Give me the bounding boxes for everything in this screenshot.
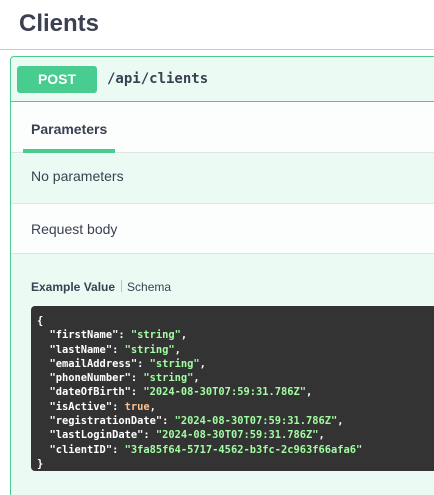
operation-summary[interactable]: POST /api/clients — [11, 57, 434, 102]
json-key: "firstName" — [49, 329, 119, 342]
json-key: "isActive" — [49, 400, 113, 413]
json-key: "emailAddress" — [49, 357, 138, 370]
section-header[interactable]: Clients — [0, 0, 434, 50]
json-key: "lastLoginDate" — [49, 429, 144, 442]
tab-schema[interactable]: Schema — [127, 280, 171, 294]
json-key: "registrationDate" — [49, 415, 163, 428]
json-open-brace: { — [37, 315, 44, 327]
example-tabs: Example Value Schema — [31, 280, 171, 294]
method-badge[interactable]: POST — [17, 66, 97, 93]
json-value: "3fa85f64-5717-4562-b3fc-2c963f66afa6" — [124, 443, 363, 456]
tab-parameters-label: Parameters — [31, 121, 108, 137]
section-title[interactable]: Clients — [19, 9, 99, 39]
endpoint-path: /api/clients — [107, 71, 209, 87]
json-value: "string" — [149, 357, 200, 370]
json-value: "2024-08-30T07:59:31.786Z" — [143, 386, 307, 399]
json-value: "string" — [143, 372, 194, 385]
request-body-label: Request body — [31, 221, 118, 237]
tab-header: Parameters — [11, 102, 434, 153]
json-value: "string" — [130, 329, 181, 342]
tab-example-value[interactable]: Example Value — [31, 280, 115, 294]
json-key: "dateOfBirth" — [49, 386, 131, 399]
tab-parameters[interactable]: Parameters — [23, 102, 115, 153]
request-body-header: Request body — [11, 204, 434, 254]
example-json: { "firstName": "string", "lastName": "st… — [37, 315, 363, 470]
no-parameters-text: No parameters — [31, 168, 124, 184]
json-value: "2024-08-30T07:59:31.786Z" — [155, 429, 319, 442]
json-value: true — [124, 400, 150, 413]
swagger-page: Clients POST /api/clients Parameters No … — [0, 0, 434, 495]
json-key: "lastName" — [49, 343, 113, 356]
json-value: "string" — [124, 343, 175, 356]
json-value: "2024-08-30T07:59:31.786Z" — [174, 415, 338, 428]
example-code-block[interactable]: { "firstName": "string", "lastName": "st… — [31, 306, 434, 471]
json-key: "phoneNumber" — [49, 372, 131, 385]
tab-separator — [121, 280, 123, 292]
json-key: "clientID" — [49, 443, 113, 456]
post-operation-block: POST /api/clients Parameters No paramete… — [10, 56, 434, 495]
json-close-brace: } — [37, 457, 44, 470]
